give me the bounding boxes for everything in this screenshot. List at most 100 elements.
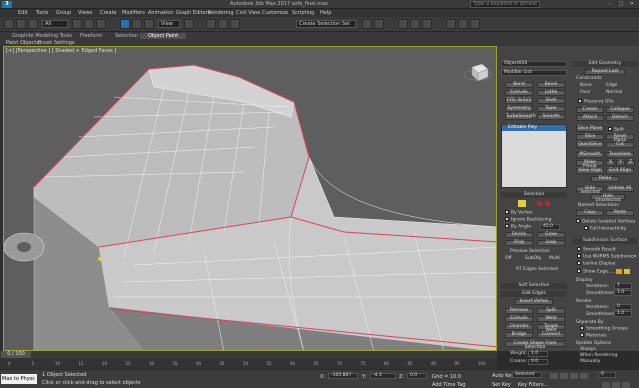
view-align-button[interactable]: View Align xyxy=(576,168,604,174)
set-key-button[interactable]: Set Key xyxy=(492,382,511,388)
render-smoothness-field[interactable]: 1.0 xyxy=(614,311,632,317)
preview-subobj-radio[interactable]: SubObj xyxy=(525,256,541,261)
align-icon[interactable] xyxy=(374,19,384,29)
cage-color-swatch-1[interactable] xyxy=(616,269,622,274)
grid-align-button[interactable]: Grid Align xyxy=(606,168,634,174)
angle-snap-icon[interactable] xyxy=(218,19,228,29)
menu-scripting[interactable]: Scripting xyxy=(292,10,314,16)
element-mode-icon[interactable] xyxy=(545,201,550,206)
extrude-button[interactable]: Extrude xyxy=(505,316,533,322)
subdivision-header[interactable]: Subdivision Surface xyxy=(573,238,637,244)
bend-button[interactable]: Bend xyxy=(505,82,533,88)
chamfer-button[interactable]: Chamfer xyxy=(505,324,533,330)
menu-rendering[interactable]: Rendering xyxy=(208,10,234,16)
select-and-scale-icon[interactable] xyxy=(144,19,154,29)
materials-checkbox[interactable] xyxy=(580,333,584,337)
planar-z-button[interactable]: Z xyxy=(626,160,635,166)
auto-key-button[interactable]: Auto Key xyxy=(492,373,514,379)
tab-graphite-modeling-tools[interactable]: Graphite Modeling Tools xyxy=(12,33,72,39)
make-planar-button[interactable]: Make Planar xyxy=(576,160,604,169)
bevel-button[interactable]: Bevel xyxy=(537,82,565,88)
time-slider-thumb[interactable]: 0 / 100 xyxy=(1,351,31,358)
bridge-button[interactable]: Bridge xyxy=(505,332,533,338)
create-button[interactable]: Create xyxy=(576,107,604,113)
snaps-toggle-icon[interactable] xyxy=(206,19,216,29)
collapse-button[interactable]: Collapse xyxy=(606,107,634,113)
menu-customize[interactable]: Customize xyxy=(262,10,288,16)
connect-button[interactable]: Connect xyxy=(537,332,565,338)
named-selection-set-dropdown[interactable]: Create Selection Set xyxy=(296,20,356,28)
repeat-last-button[interactable]: Repeat Last xyxy=(585,69,625,75)
pivot-center-icon[interactable] xyxy=(184,19,194,29)
isoline-checkbox[interactable] xyxy=(577,261,581,265)
redo-icon[interactable] xyxy=(16,19,26,29)
search-input[interactable]: Type a keyword or phrase xyxy=(470,1,540,8)
target-weld-button[interactable]: Target Weld xyxy=(537,324,565,333)
menu-tools[interactable]: Tools xyxy=(36,10,48,16)
app-logo-icon[interactable]: 3 xyxy=(2,1,12,8)
modifier-list-dropdown[interactable]: Modifier List xyxy=(501,70,567,76)
object-name-field[interactable]: Object016 xyxy=(501,61,567,67)
cage-color-swatch-2[interactable] xyxy=(624,269,630,274)
select-and-rotate-icon[interactable] xyxy=(132,19,142,29)
insert-vertex-button[interactable]: Insert Vertex xyxy=(515,299,553,305)
zoom-icon[interactable] xyxy=(602,382,610,388)
menu-group[interactable]: Group xyxy=(56,10,71,16)
tab-selection[interactable]: Selection xyxy=(115,33,138,39)
material-editor-icon[interactable] xyxy=(422,19,432,29)
update-manually-radio[interactable]: Manually xyxy=(580,359,600,364)
schematic-view-icon[interactable] xyxy=(410,19,420,29)
select-and-move-icon[interactable] xyxy=(120,19,130,29)
select-object-icon[interactable] xyxy=(72,19,82,29)
track-bar[interactable]: 0 5 10 15 20 25 30 35 40 45 50 55 60 65 70 75 80 85 90 95 10… xyxy=(0,358,497,369)
unhide-all-button[interactable]: Unhide All xyxy=(606,186,634,192)
next-frame-icon[interactable] xyxy=(580,373,588,379)
paste-button[interactable]: Paste xyxy=(606,210,634,216)
weight-field[interactable]: 1.0 xyxy=(528,351,548,357)
hide-selected-button[interactable]: Hide Selected xyxy=(576,186,604,195)
attach-button[interactable]: Attach xyxy=(576,115,604,121)
weld-button[interactable]: Weld xyxy=(537,316,565,322)
full-interactivity-checkbox[interactable] xyxy=(584,226,588,230)
constraint-edge-radio[interactable]: Edge xyxy=(606,83,617,88)
time-slider[interactable]: 0 / 100 xyxy=(0,351,497,358)
remove-button[interactable]: Remove xyxy=(505,308,533,314)
edit-geometry-header[interactable]: Edit Geometry xyxy=(573,61,637,67)
loop-button[interactable]: Loop xyxy=(537,240,565,246)
maximize-button[interactable]: □ xyxy=(616,1,626,8)
go-to-start-icon[interactable] xyxy=(550,373,558,379)
rectangular-selection-icon[interactable] xyxy=(96,19,106,29)
curve-editor-icon[interactable] xyxy=(398,19,408,29)
crease-field[interactable]: 0.0 xyxy=(528,359,548,365)
modifier-stack[interactable]: Editable Poly xyxy=(501,124,567,188)
menu-create[interactable]: Create xyxy=(100,10,117,16)
play-icon[interactable] xyxy=(570,373,578,379)
undo-icon[interactable] xyxy=(4,19,14,29)
menu-animation[interactable]: Animation xyxy=(148,10,174,16)
split-button[interactable]: Split xyxy=(537,308,565,314)
constraint-face-radio[interactable]: Face xyxy=(580,90,590,95)
shrink-button[interactable]: Shrink xyxy=(505,232,533,238)
menu-edit[interactable]: Edit xyxy=(18,10,28,16)
render-iterations-field[interactable]: 0 xyxy=(614,304,632,310)
copy-button[interactable]: Copy xyxy=(576,210,604,216)
relax-button[interactable]: Relax xyxy=(591,176,619,182)
pan-icon[interactable] xyxy=(612,382,620,388)
reset-plane-button[interactable]: Reset Plane xyxy=(606,134,634,143)
render-production-icon[interactable] xyxy=(470,19,480,29)
selection-rollout-header[interactable]: Selection xyxy=(501,192,567,198)
ffd-button[interactable]: FFD 3x3x3 xyxy=(505,98,533,104)
use-nurms-checkbox[interactable] xyxy=(577,254,581,258)
viewport-label[interactable]: [+] [Perspective ] [ Shaded + Edged Face… xyxy=(6,48,116,54)
tab-object-paint[interactable]: Object Paint xyxy=(140,33,187,39)
preview-off-radio[interactable]: Off xyxy=(505,256,512,261)
quickslice-button[interactable]: QuickSlice xyxy=(576,142,604,148)
lathe-button[interactable]: Lathe xyxy=(537,90,565,96)
polygon-mode-icon[interactable] xyxy=(537,201,542,206)
ring-button[interactable]: Ring xyxy=(505,240,533,246)
smoothness-field[interactable]: 1.0 xyxy=(614,290,632,296)
msmooth-button[interactable]: MSmooth xyxy=(576,152,604,158)
by-vertex-checkbox[interactable] xyxy=(505,210,509,214)
link-icon[interactable] xyxy=(28,19,38,29)
render-setup-icon[interactable] xyxy=(446,19,456,29)
